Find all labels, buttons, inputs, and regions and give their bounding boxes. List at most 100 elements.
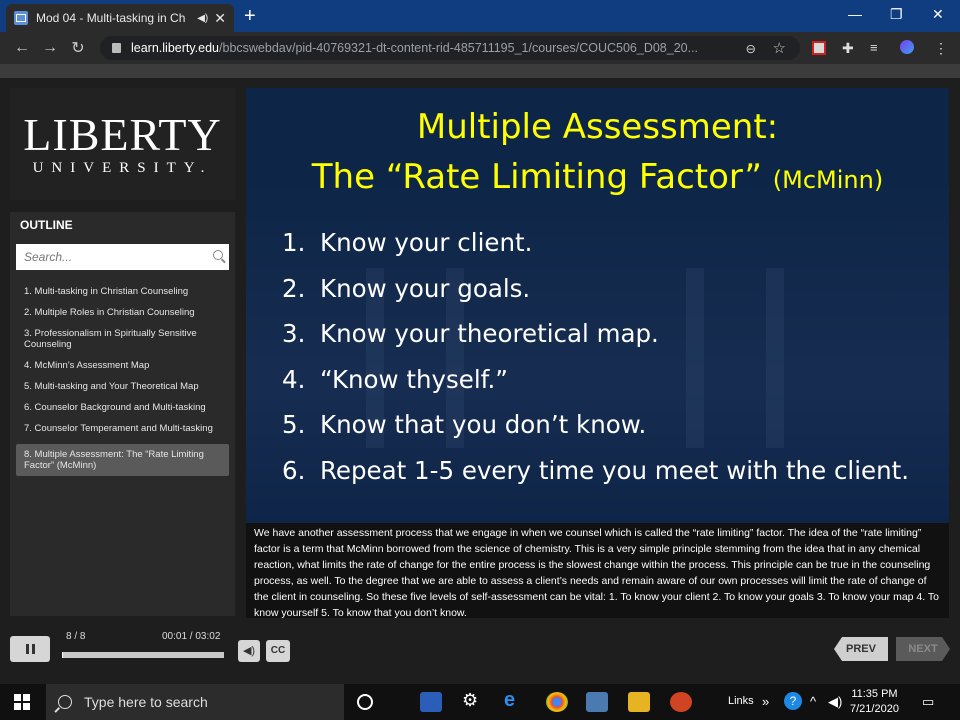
outline-item[interactable]: 5. Multi-tasking and Your Theoretical Ma… [16,381,229,392]
outline-item[interactable]: 6. Counselor Background and Multi-taskin… [16,402,229,413]
step-number: 2. [282,273,306,303]
word-icon[interactable] [420,692,442,712]
player-controls: 8 / 8 00:01 / 03:02 ◀) CC PREV NEXT [0,628,960,684]
steps-list: 1. Know your client. 2. Know your goals. 3… [282,228,909,501]
step-text: Know your goals. [320,273,531,303]
clock-time: 11:35 PM [851,688,898,700]
photos-icon[interactable] [586,692,608,712]
next-button[interactable]: NEXT [896,637,950,661]
page-top-bar [0,64,960,78]
outline-title: OUTLINE [20,218,73,232]
logo-main-text: LIBERTY [23,108,222,160]
taskbar-links[interactable]: Links [728,695,754,707]
outline-item[interactable]: 1. Multi-tasking in Christian Counseling [16,286,229,297]
step-text: Repeat 1-5 every time you meet with the … [320,455,910,485]
slide-counter: 8 / 8 [66,631,86,642]
step-item: 2. Know your goals. [282,274,909,320]
search-icon[interactable] [213,250,223,260]
seek-bar-fill [62,652,63,658]
back-button[interactable]: ← [8,39,36,57]
seek-bar[interactable] [62,652,224,658]
new-tab-button[interactable]: + [244,5,256,28]
reload-button[interactable]: ↻ [64,38,92,58]
closed-captions-button[interactable]: CC [266,640,290,662]
step-item: 3. Know your theoretical map. [282,319,909,365]
bookmark-star-icon[interactable]: ☆ [773,39,786,57]
clock-date: 7/21/2020 [850,703,899,715]
lock-icon[interactable] [112,43,121,53]
step-item: 5. Know that you don’t know. [282,410,909,456]
url-path: /bbcswebdav/pid-40769321-dt-content-rid-… [219,41,699,55]
blackboard-favicon-icon [14,11,28,25]
step-item: 1. Know your client. [282,228,909,274]
close-window-button[interactable]: ✕ [932,6,944,23]
browser-tab[interactable]: Mod 04 - Multi-tasking in Ch ◀) ✕ [6,4,234,32]
outline-panel: OUTLINE 1. Multi-tasking in Christian Co… [10,212,235,616]
slide-title-citation: (McMinn) [772,166,884,194]
outline-list: 1. Multi-tasking in Christian Counseling… [16,286,229,486]
browser-tabstrip: Mod 04 - Multi-tasking in Ch ◀) ✕ + — ❐ … [0,0,960,32]
overflow-chevron-icon[interactable]: » [762,694,769,709]
course-player: LIBERTY UNIVERSITY. OUTLINE 1. Multi-tas… [0,78,960,684]
forward-button[interactable]: → [36,39,64,57]
url-host: learn.liberty.edu [131,41,220,55]
outline-search-input[interactable] [24,250,204,264]
step-item: 4. “Know thyself.” [282,365,909,411]
notifications-icon[interactable]: ▭ [922,694,934,710]
address-bar[interactable]: learn.liberty.edu/bbcswebdav/pid-4076932… [100,36,800,60]
step-number: 3. [282,319,306,348]
profile-avatar[interactable] [900,40,914,54]
step-text: Know your client. [320,228,533,257]
extension-icon[interactable] [812,41,826,55]
taskbar-search[interactable]: Type here to search [46,684,344,720]
edge-icon[interactable]: e [504,689,526,711]
outline-item[interactable]: 3. Professionalism in Spiritually Sensit… [16,328,229,350]
pause-button[interactable] [10,636,50,662]
step-number: 4. [282,364,306,394]
extensions-puzzle-icon[interactable]: ✚ [842,40,856,56]
cortana-icon[interactable] [357,694,373,710]
powerpoint-icon[interactable] [670,692,692,712]
step-text: Know that you don’t know. [320,410,647,439]
outline-item-active[interactable]: 8. Multiple Assessment: The “Rate Limiti… [16,444,229,476]
outline-search[interactable] [16,244,229,270]
file-explorer-icon[interactable] [628,692,650,712]
show-hidden-icons-icon[interactable]: ^ [810,694,816,709]
tab-title: Mod 04 - Multi-tasking in Ch [36,11,186,25]
zoom-icon[interactable]: ⊖ [746,41,756,56]
volume-icon[interactable]: ◀) [828,694,842,710]
slide-title-line2: The “Rate Limiting Factor” [311,157,762,197]
step-text: “Know thyself.” [320,364,508,394]
liberty-logo: LIBERTY UNIVERSITY. [10,88,235,200]
media-control-icon[interactable]: ≡ [870,40,884,55]
minimize-button[interactable]: — [848,6,862,22]
prev-button[interactable]: PREV [834,637,888,661]
windows-start-icon[interactable] [14,694,30,710]
help-icon[interactable]: ? [784,692,802,710]
restore-button[interactable]: ❐ [890,6,903,23]
volume-button[interactable]: ◀) [238,640,260,662]
search-icon [58,695,72,709]
step-item: 6. Repeat 1-5 every time you meet with th… [282,456,909,502]
outline-item[interactable]: 4. McMinn's Assessment Map [16,360,229,371]
taskbar-clock[interactable]: 11:35 PM 7/21/2020 [850,687,899,717]
chrome-icon[interactable] [546,692,568,712]
step-number: 5. [282,410,306,439]
menu-kebab-icon[interactable]: ⋮ [934,40,948,56]
outline-item[interactable]: 2. Multiple Roles in Christian Counselin… [16,307,229,318]
step-text: Know your theoretical map. [320,319,659,348]
transcript-caption[interactable]: We have another assessment process that … [246,523,949,618]
browser-toolbar: ← → ↻ learn.liberty.edu/bbcswebdav/pid-4… [0,32,960,64]
audio-playing-icon[interactable]: ◀) [197,13,208,24]
settings-gear-icon[interactable]: ⚙ [462,690,484,710]
windows-taskbar: Type here to search ⚙ e Links » ? ^ ◀) 1… [0,684,960,720]
outline-item[interactable]: 7. Counselor Temperament and Multi-taski… [16,423,229,434]
step-number: 1. [282,228,306,257]
slide-title-line1: Multiple Assessment: [416,107,779,147]
time-display: 00:01 / 03:02 [162,631,221,642]
slide-area: Multiple Assessment: The “Rate Limiting … [246,88,949,618]
step-number: 6. [282,455,306,485]
close-tab-icon[interactable]: ✕ [214,10,226,27]
logo-sub-text: UNIVERSITY. [32,159,213,176]
taskbar-search-placeholder: Type here to search [84,694,208,710]
